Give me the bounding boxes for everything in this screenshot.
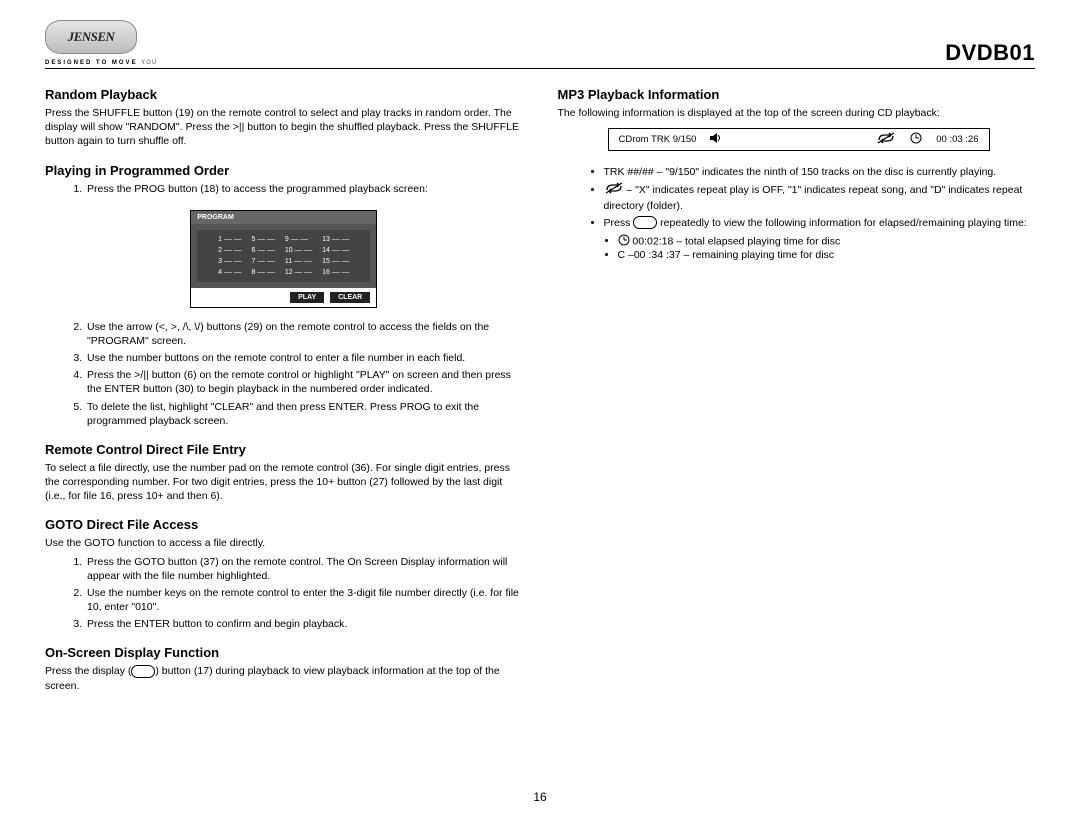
page-number: 16 [0,790,1080,804]
playback-info-bar: CDrom TRK 9/150 00 :03 :26 [608,128,990,151]
prog-step3: Use the number buttons on the remote con… [85,351,523,365]
program-footer: PLAY CLEAR [191,288,376,307]
right-column: MP3 Playback Information The following i… [558,87,1036,707]
brand-tagline: DESIGNED TO MOVE YOU [45,60,157,66]
goto-step3: Press the ENTER button to confirm and be… [85,617,523,631]
goto-title: GOTO Direct File Access [45,517,523,532]
model-number: DVDB01 [945,40,1035,66]
page-header: JENSEN DESIGNED TO MOVE YOU DVDB01 [45,20,1035,69]
mp3-b1: TRK ##/## – "9/150" indicates the ninth … [604,165,1036,179]
clock-icon-inline [618,234,630,249]
repeat-off-icon-inline [604,182,624,198]
bar-left: CDrom TRK 9/150 [619,134,697,145]
clock-icon [910,132,922,147]
program-box-title: PROGRAM [191,211,376,224]
osd-title: On-Screen Display Function [45,645,523,660]
mp3-title: MP3 Playback Information [558,87,1036,102]
mp3-bullets: TRK ##/## – "9/150" indicates the ninth … [558,165,1036,230]
brand-logo: JENSEN [45,20,137,54]
remote-title: Remote Control Direct File Entry [45,442,523,457]
tagline-b: YOU [141,60,157,66]
mp3-b3: Press repeatedly to view the following i… [604,216,1036,230]
mp3-b2: – "X" indicates repeat play is OFF, "1" … [604,182,1036,212]
mp3-s1: 00:02:18 – total elapsed playing time fo… [618,234,1036,249]
goto-intro: Use the GOTO function to access a file d… [45,536,523,550]
prog-step2: Use the arrow (<, >, /\, \/) buttons (29… [85,320,523,348]
program-screen: PROGRAM 1 –– ––5 –– ––9 –– ––13 –– –– 2 … [190,210,377,308]
repeat-off-icon [876,132,896,147]
speaker-icon [710,133,722,146]
program-clear-btn: CLEAR [330,292,370,303]
prog-list-b: Use the arrow (<, >, /\, \/) buttons (29… [45,320,523,428]
display-button-icon [131,665,155,678]
display-button-icon-2 [633,216,657,229]
mp3-sub: 00:02:18 – total elapsed playing time fo… [558,234,1036,261]
remote-body: To select a file directly, use the numbe… [45,461,523,504]
prog-step1: Press the PROG button (18) to access the… [85,182,523,196]
bar-time: 00 :03 :26 [936,134,978,145]
goto-list: Press the GOTO button (37) on the remote… [45,555,523,632]
prog-title: Playing in Programmed Order [45,163,523,178]
mp3-s2: C –00 :34 :37 – remaining playing time f… [618,249,1036,261]
program-grid: 1 –– ––5 –– ––9 –– ––13 –– –– 2 –– ––6 –… [191,224,376,288]
mp3-intro: The following information is displayed a… [558,106,1036,120]
prog-step5: To delete the list, highlight "CLEAR" an… [85,400,523,428]
brand-block: JENSEN DESIGNED TO MOVE YOU [45,20,157,66]
random-body: Press the SHUFFLE button (19) on the rem… [45,106,523,149]
prog-step4: Press the >/|| button (6) on the remote … [85,368,523,396]
osd-body: Press the display () button (17) during … [45,664,523,692]
program-play-btn: PLAY [290,292,324,303]
random-title: Random Playback [45,87,523,102]
left-column: Random Playback Press the SHUFFLE button… [45,87,523,707]
goto-step1: Press the GOTO button (37) on the remote… [85,555,523,583]
tagline-a: DESIGNED TO MOVE [45,60,138,66]
prog-list-a: Press the PROG button (18) to access the… [45,182,523,196]
goto-step2: Use the number keys on the remote contro… [85,586,523,614]
